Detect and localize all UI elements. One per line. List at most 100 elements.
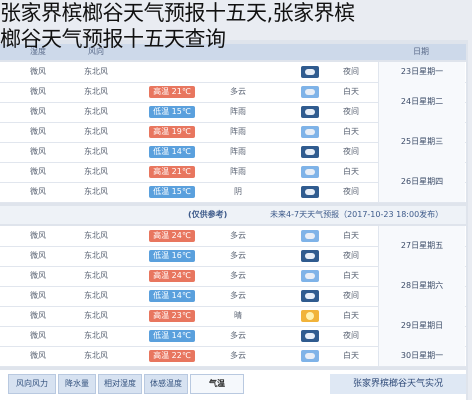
weather-condition-cell: 多云 [230,87,246,96]
weather-condition-cell: 多云 [230,251,246,260]
forecast-row: 微风 东北风 低温 14℃ 多云 夜间 [0,326,466,347]
wind-force-cell: 微风 [30,231,46,240]
day-cloud-icon [301,270,319,282]
day-night-cell: 白天 [343,87,359,96]
wind-direction-cell: 东北风 [84,231,108,240]
weather-condition-cell: 阵雨 [230,167,246,176]
night-cloud-icon [301,290,319,302]
wind-direction-cell: 东北风 [84,127,108,136]
weather-icon-cell [298,250,322,262]
weather-icon-cell [298,186,322,198]
weather-condition-cell: 多云 [230,331,246,340]
wind-force-cell: 微风 [30,167,46,176]
temperature-cell: 低温 15℃ [148,106,196,118]
wind-force-cell: 微风 [30,251,46,260]
weather-icon-cell [298,166,322,178]
weather-condition-cell: 多云 [230,291,246,300]
weather-icon-cell [298,126,322,138]
weather-icon-cell [298,86,322,98]
tab-humidity[interactable]: 相对湿度 [98,374,142,394]
wind-direction-cell: 东北风 [84,87,108,96]
wind-force-cell: 微风 [30,67,46,76]
day-night-cell: 夜间 [343,187,359,196]
night-cloud-icon [301,106,319,118]
page-title-line1: 张家界槟榔谷天气预报十五天,张家界槟 [0,1,355,25]
wind-force-cell: 微风 [30,311,46,320]
night-cloud-icon [301,66,319,78]
forecast-row: 微风 东北风 低温 16℃ 多云 夜间 [0,246,466,267]
night-cloud-icon [301,146,319,158]
wind-direction-cell: 东北风 [84,311,108,320]
temperature-cell: 低温 14℃ [148,290,196,302]
page-title: 张家界槟榔谷天气预报十五天,张家界槟 榔谷天气预报十五天查询 [0,0,472,52]
temperature-cell: 低温 15℃ [148,186,196,198]
live-weather-title: 张家界槟榔谷天气实况 [330,374,466,394]
wind-direction-cell: 东北风 [84,147,108,156]
day-cloud-icon [301,166,319,178]
day-night-cell: 夜间 [343,107,359,116]
notice-disclaimer: (仅供参考) [188,210,228,219]
wind-force-cell: 微风 [30,331,46,340]
temperature-cell: 低温 14℃ [148,146,196,158]
temperature-cell: 低温 16℃ [148,250,196,262]
weather-icon-cell [298,66,322,78]
wind-force-cell: 微风 [30,127,46,136]
day-cloud-icon [301,230,319,242]
high-temp-badge: 高温 22℃ [149,350,195,362]
tab-wind[interactable]: 风向风力 [8,374,56,394]
wind-direction-cell: 东北风 [84,291,108,300]
tab-precipitation[interactable]: 降水量 [58,374,96,394]
low-temp-badge: 低温 14℃ [149,330,195,342]
forecast-block-4-7-days: 微风 东北风 高温 24℃ 多云 白天 27日星期五 微风 东北风 低温 16℃ 多云 夜间 微风 东北… [0,226,466,367]
night-cloud-icon [301,186,319,198]
date-cell: 30日星期一 [378,346,465,366]
tab-temperature[interactable]: 气温 [190,374,244,394]
day-night-cell: 夜间 [343,291,359,300]
day-night-cell: 白天 [343,311,359,320]
weather-icon-cell [298,270,322,282]
wind-direction-cell: 东北风 [84,167,108,176]
weather-condition-cell: 多云 [230,271,246,280]
weather-icon-cell [298,146,322,158]
notice-publish-info: 未来4-7天天气预报（2017-10-23 18:00发布） [270,210,444,219]
low-temp-badge: 低温 15℃ [149,106,195,118]
wind-force-cell: 微风 [30,147,46,156]
high-temp-badge: 高温 24℃ [149,270,195,282]
wind-force-cell: 微风 [30,351,46,360]
temperature-cell: 高温 21℃ [148,86,196,98]
wind-force-cell: 微风 [30,187,46,196]
weather-condition-cell [206,66,270,78]
weather-condition-cell: 阵雨 [230,147,246,156]
wind-direction-cell: 东北风 [84,271,108,280]
day-night-cell: 白天 [343,167,359,176]
weather-icon-cell [298,330,322,342]
day-cloud-icon [301,86,319,98]
wind-direction-cell: 东北风 [84,67,108,76]
temperature-cell: 低温 14℃ [148,330,196,342]
wind-direction-cell: 东北风 [84,331,108,340]
day-night-cell: 白天 [343,351,359,360]
temperature-cell: 高温 22℃ [148,350,196,362]
weather-condition-cell: 多云 [230,351,246,360]
day-night-cell: 白天 [343,271,359,280]
wind-direction-cell: 东北风 [84,351,108,360]
wind-direction-cell: 东北风 [84,107,108,116]
wind-force-cell: 微风 [30,87,46,96]
tab-feels-like[interactable]: 体感温度 [144,374,188,394]
low-temp-badge: 低温 14℃ [149,146,195,158]
day-cloud-icon [301,350,319,362]
night-cloud-icon [301,250,319,262]
high-temp-badge: 高温 21℃ [149,166,195,178]
wind-force-cell: 微风 [30,291,46,300]
high-temp-badge: 高温 21℃ [149,86,195,98]
weather-condition-cell: 阴 [234,187,242,196]
weather-icon-cell [298,350,322,362]
date-cell: 23日星期一 [378,62,465,82]
temperature-cell: 高温 21℃ [148,166,196,178]
day-night-cell: 夜间 [343,331,359,340]
wind-force-cell: 微风 [30,107,46,116]
sunny-icon [301,310,319,322]
day-night-cell: 夜间 [343,67,359,76]
night-cloud-icon [301,330,319,342]
temperature-cell: 高温 23℃ [148,310,196,322]
